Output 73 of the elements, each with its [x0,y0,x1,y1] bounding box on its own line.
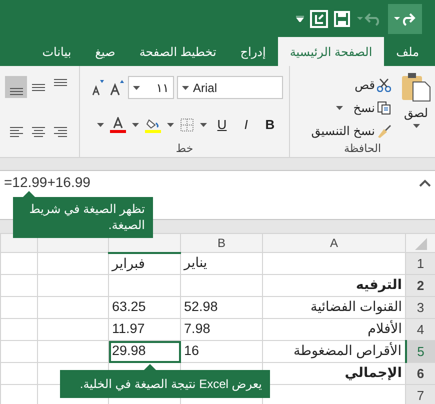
collapse-icon[interactable] [419,179,431,187]
horizontal-align-icon [54,126,66,136]
save-icon[interactable] [334,10,350,26]
column-header[interactable]: A [262,234,406,252]
ribbon-tab[interactable]: ملف [384,37,431,66]
caret-icon[interactable] [200,123,207,127]
redo-icon [393,12,417,26]
caret-icon[interactable] [132,123,139,127]
touch-mode-icon[interactable] [310,10,328,28]
clipboard-icon [401,72,431,102]
format-painter-button[interactable]: نسخ التنسيق [309,122,393,140]
table-cell: 52.98 [184,299,218,314]
ribbon-tab[interactable]: الصفحة الرئيسية [278,37,384,66]
caret-icon[interactable] [182,86,189,90]
result-tooltip: يعرض Excel نتيجة الصيغة في الخلية. [60,364,270,398]
group-label: خط [174,142,194,157]
formula-text: =12.99+16.99 [4,173,90,191]
ribbon-tab[interactable]: تخطيط الصفحة [127,37,228,66]
cut-button[interactable]: قص [352,76,393,94]
row-header[interactable]: 3 [406,296,435,318]
row-header[interactable]: 5 [406,340,435,362]
vertical-align-icon [10,88,22,95]
table-cell: 29.98 [112,343,146,358]
bold-button[interactable]: B [261,115,279,135]
copy-icon [377,101,391,115]
ribbon-tab[interactable]: صيغ [83,37,128,66]
ribbon-tab[interactable]: بيانات [30,37,84,66]
copy-button[interactable]: نسخ [334,99,393,117]
table-cell: الإجمالي [344,365,402,380]
font-color-icon[interactable] [110,117,126,133]
table-cell: 16 [184,343,200,358]
row-header[interactable]: 6 [406,362,435,384]
fill-color-icon[interactable] [145,117,161,133]
caret-icon[interactable] [97,123,104,127]
table-cell: يناير [184,255,208,270]
group-label: الحافظة [342,142,382,157]
scissors-icon [377,78,391,92]
table-cell: الأقراص المضغوطة [293,343,402,358]
row-header[interactable]: 2 [406,274,435,296]
paste-label: لصق [404,105,428,122]
row-header[interactable]: 4 [406,318,435,340]
table-cell: 63.25 [112,299,146,314]
table-cell: القنوات الفضائية [310,299,402,314]
table-cell: 11.97 [112,321,145,336]
paste-button[interactable]: لصق [399,72,433,141]
customize-caret-icon[interactable] [296,16,304,22]
shrink-font-icon[interactable] [90,80,106,96]
formula-tooltip: تظهر الصيغة في شريط الصيغة. [13,191,153,238]
horizontal-align-icon [10,126,22,136]
font-size-field[interactable]: ١١ [128,76,174,99]
borders-icon[interactable] [180,118,194,132]
row-header[interactable]: 1 [406,252,435,274]
align-bottom-button[interactable] [5,76,27,98]
table-cell: فبراير [112,256,145,271]
table-cell: الأفلام [368,321,402,336]
redo-button[interactable] [388,4,422,34]
horizontal-align-icon [32,126,44,136]
caret-icon[interactable] [133,86,140,90]
column-header[interactable]: B [180,234,262,252]
vertical-align-icon [54,79,66,86]
table-cell: 7.98 [184,321,210,336]
font-name-field[interactable]: Arial [177,76,283,99]
table-cell: الترفيه [356,277,402,292]
brush-icon [377,124,391,138]
row-header[interactable]: 7 [406,384,435,404]
caret-icon [412,124,420,128]
italic-button[interactable]: I [237,115,255,135]
grow-font-icon[interactable] [109,80,125,96]
ribbon-tab[interactable]: إدراج [228,37,278,66]
caret-icon [336,106,344,110]
underline-button[interactable]: U [213,115,231,135]
vertical-align-icon [32,84,44,90]
caret-icon[interactable] [167,123,174,127]
